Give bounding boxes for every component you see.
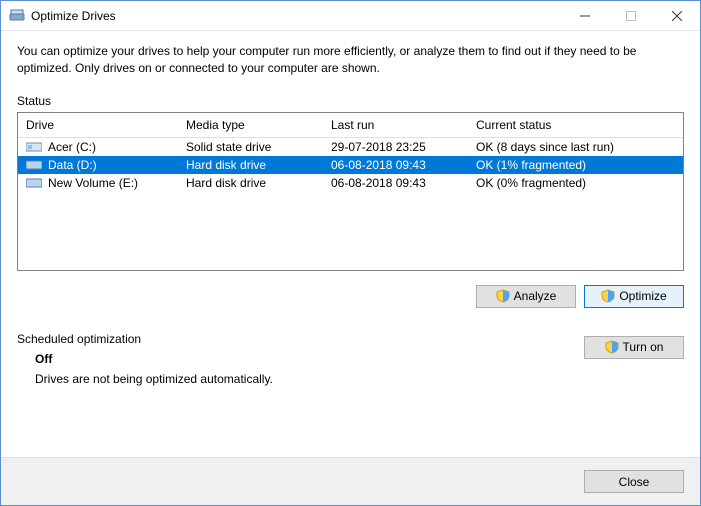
col-header-last[interactable]: Last run xyxy=(323,113,468,138)
drive-icon xyxy=(26,159,42,171)
drive-media: Solid state drive xyxy=(178,137,323,156)
col-header-media[interactable]: Media type xyxy=(178,113,323,138)
shield-icon xyxy=(601,289,615,303)
drive-name: New Volume (E:) xyxy=(48,176,138,190)
drive-media: Hard disk drive xyxy=(178,174,323,192)
drive-icon xyxy=(26,177,42,189)
optimize-button-label: Optimize xyxy=(619,289,666,303)
table-row[interactable]: Data (D:) Hard disk drive06-08-2018 09:43… xyxy=(18,156,683,174)
scheduled-description: Drives are not being optimized automatic… xyxy=(35,372,684,386)
analyze-button-label: Analyze xyxy=(514,289,557,303)
drive-last-run: 29-07-2018 23:25 xyxy=(323,137,468,156)
drive-cell: Acer (C:) xyxy=(26,140,170,154)
maximize-button[interactable] xyxy=(608,1,654,30)
table-row[interactable]: Acer (C:) Solid state drive29-07-2018 23:… xyxy=(18,137,683,156)
table-row[interactable]: New Volume (E:) Hard disk drive06-08-2018… xyxy=(18,174,683,192)
content-area: You can optimize your drives to help you… xyxy=(1,31,700,457)
drive-name: Data (D:) xyxy=(48,158,97,172)
drive-status: OK (0% fragmented) xyxy=(468,174,683,192)
titlebar: Optimize Drives xyxy=(1,1,700,31)
drive-name: Acer (C:) xyxy=(48,140,96,154)
drive-last-run: 06-08-2018 09:43 xyxy=(323,174,468,192)
scheduled-section: Scheduled optimization Off Drives are no… xyxy=(17,332,684,386)
col-header-drive[interactable]: Drive xyxy=(18,113,178,138)
drive-cell: Data (D:) xyxy=(26,158,170,172)
status-label: Status xyxy=(17,94,684,108)
optimize-button[interactable]: Optimize xyxy=(584,285,684,308)
turn-on-button-label: Turn on xyxy=(623,340,664,354)
minimize-button[interactable] xyxy=(562,1,608,30)
shield-icon xyxy=(605,340,619,354)
shield-icon xyxy=(496,289,510,303)
intro-text: You can optimize your drives to help you… xyxy=(17,43,684,78)
drive-status: OK (1% fragmented) xyxy=(468,156,683,174)
footer: Close xyxy=(1,457,700,505)
caption-buttons xyxy=(562,1,700,30)
drive-cell: New Volume (E:) xyxy=(26,176,170,190)
table-header-row: Drive Media type Last run Current status xyxy=(18,113,683,138)
close-dialog-button[interactable]: Close xyxy=(584,470,684,493)
drive-list[interactable]: Drive Media type Last run Current status… xyxy=(17,112,684,271)
analyze-button[interactable]: Analyze xyxy=(476,285,576,308)
window-title: Optimize Drives xyxy=(31,9,562,23)
drive-icon xyxy=(26,141,42,153)
app-icon xyxy=(9,8,25,24)
action-button-row: Analyze Optimize xyxy=(17,285,684,308)
drive-last-run: 06-08-2018 09:43 xyxy=(323,156,468,174)
turn-on-button[interactable]: Turn on xyxy=(584,336,684,359)
close-button-label: Close xyxy=(619,475,650,489)
drive-status: OK (8 days since last run) xyxy=(468,137,683,156)
close-button[interactable] xyxy=(654,1,700,30)
drive-media: Hard disk drive xyxy=(178,156,323,174)
col-header-status[interactable]: Current status xyxy=(468,113,683,138)
